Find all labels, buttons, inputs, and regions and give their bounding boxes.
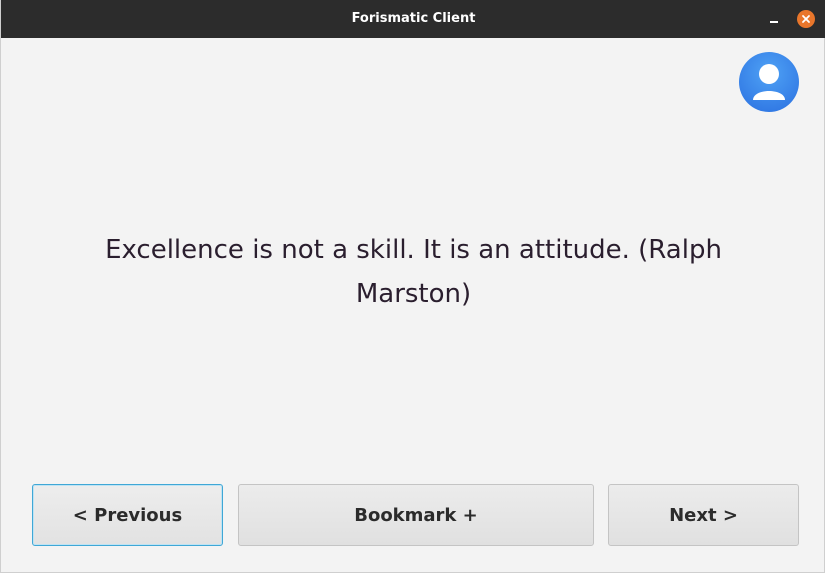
minimize-icon[interactable] [767, 12, 781, 26]
close-icon[interactable] [797, 10, 815, 28]
window-title: Forismatic Client [351, 11, 476, 26]
title-bar: Forismatic Client [1, 0, 825, 38]
previous-button[interactable]: < Previous [32, 484, 223, 546]
bookmark-button[interactable]: Bookmark + [238, 484, 594, 546]
next-button[interactable]: Next > [608, 484, 799, 546]
user-avatar-icon[interactable] [739, 52, 799, 112]
quote-text: Excellence is not a skill. It is an atti… [105, 235, 722, 309]
app-window: Forismatic Client Excellence is not a sk… [0, 0, 825, 573]
